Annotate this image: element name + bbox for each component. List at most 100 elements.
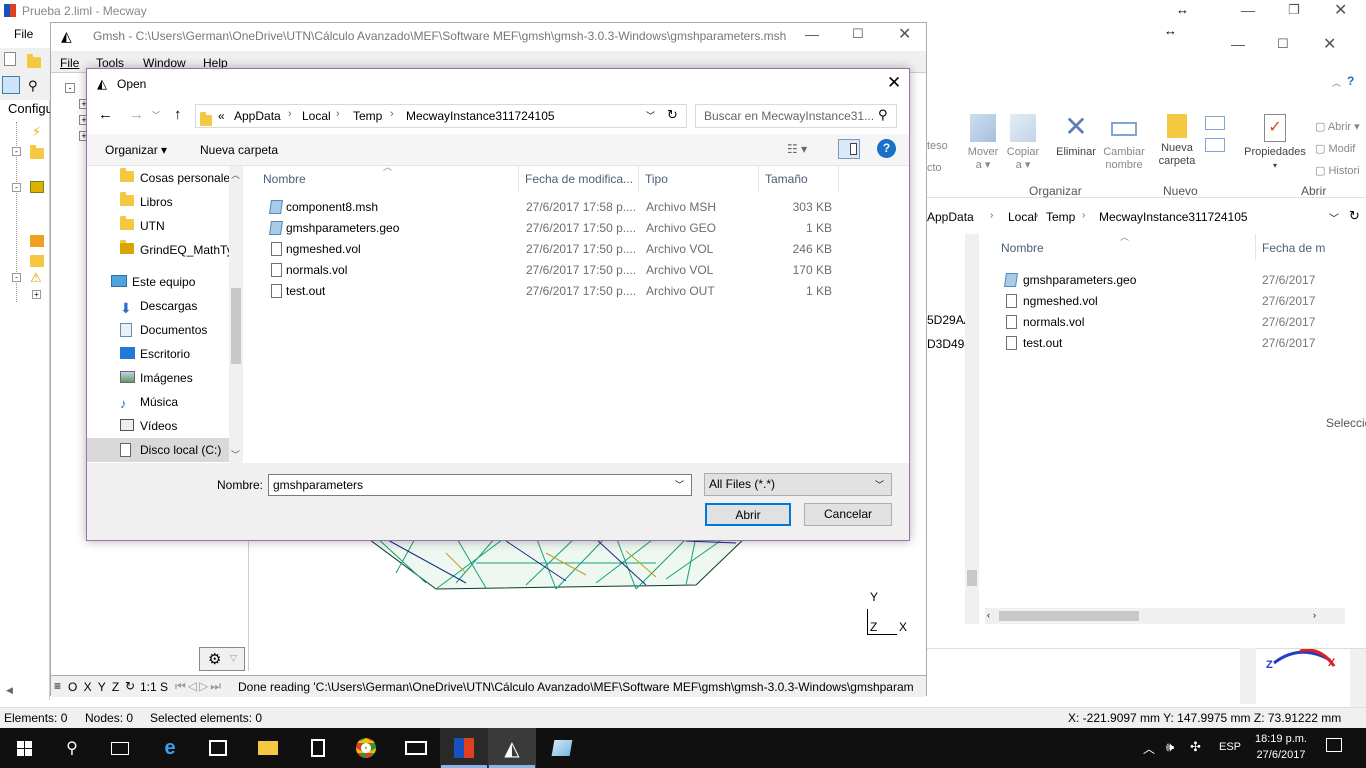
column-header-size[interactable]: Tamaño — [759, 166, 839, 192]
scroll-thumb[interactable] — [231, 288, 241, 364]
nav-item-downloads[interactable]: ⬇ Descargas — [87, 294, 229, 318]
crumb-appdata[interactable]: AppData — [927, 210, 974, 224]
close-icon[interactable]: ✕ — [1334, 0, 1347, 20]
open-folder-icon[interactable] — [27, 54, 41, 69]
new-item-icon[interactable] — [1205, 116, 1225, 130]
language-indicator[interactable]: ESP — [1219, 741, 1241, 753]
chevron-down-icon[interactable]: ﹀ — [152, 110, 160, 121]
maximize-icon[interactable]: ☐ — [852, 26, 864, 42]
calculator-button[interactable] — [294, 728, 342, 768]
menu-toggle-icon[interactable]: ≡ — [54, 679, 61, 693]
chrome-button[interactable] — [342, 728, 390, 768]
menu-file[interactable]: File — [60, 56, 79, 70]
column-header-type[interactable]: Tipo — [639, 166, 759, 192]
crumb-temp[interactable]: Temp — [1046, 210, 1075, 224]
refresh-icon[interactable]: ↻ — [667, 107, 678, 123]
nav-item-videos[interactable]: Vídeos — [87, 414, 229, 438]
search-input[interactable]: Buscar en MecwayInstance31... ⚲ — [695, 104, 897, 128]
view-options-icon[interactable]: ☷ ▾ — [787, 142, 807, 156]
new-file-icon[interactable] — [4, 52, 16, 66]
scroll-down-icon[interactable]: ﹀ — [231, 448, 240, 461]
animation-controls[interactable]: ⏮◁▷⏭ — [175, 679, 223, 694]
gmsh-taskbar-button[interactable]: ◭ — [488, 728, 536, 768]
list-item[interactable]: test.out 27/6/2017 — [1001, 333, 1331, 354]
back-arrow-icon[interactable]: ← — [98, 106, 113, 123]
crumb-local[interactable]: Local — [1008, 210, 1037, 224]
open-action[interactable]: ▢ Abrir ▾ — [1315, 116, 1360, 138]
list-item[interactable]: gmshparameters.geo 27/6/2017 — [1001, 270, 1331, 291]
table-row[interactable]: normals.vol 27/6/2017 17:50 p.... Archiv… — [245, 260, 909, 281]
crumb-local[interactable]: Local — [302, 109, 331, 123]
copy-to-button[interactable]: Copiar a ▾ — [1005, 114, 1041, 172]
help-icon[interactable]: ? — [1347, 74, 1354, 88]
new-folder-button[interactable]: Nueva carpeta — [200, 143, 278, 157]
tree-expand-icon[interactable]: + — [32, 290, 41, 299]
ribbon-collapse-icon[interactable]: ︿ — [1332, 76, 1341, 89]
crumb-instance[interactable]: MecwayInstance311724105 — [1099, 210, 1248, 224]
close-icon[interactable]: ✕ — [887, 73, 901, 93]
tab-configuration[interactable]: Configu — [8, 101, 53, 116]
up-arrow-icon[interactable]: ↑ — [174, 106, 182, 123]
close-icon[interactable]: ✕ — [898, 24, 911, 44]
nav-item-music[interactable]: ♪ Música — [87, 390, 229, 414]
nav-item-desktop[interactable]: Escritorio — [87, 342, 229, 366]
table-row[interactable]: component8.msh 27/6/2017 17:58 p.... Arc… — [245, 197, 909, 218]
scale-buttons[interactable]: 1:1 S — [140, 680, 168, 694]
new-folder-button[interactable]: Nueva carpeta — [1155, 114, 1199, 168]
minimize-icon[interactable]: — — [805, 26, 819, 42]
minimize-icon[interactable]: — — [1241, 2, 1255, 18]
nav-item-local-disk[interactable]: Disco local (C:) — [87, 438, 229, 462]
close-icon[interactable]: ✕ — [1323, 34, 1336, 54]
nav-item-cosas[interactable]: Cosas personale — [87, 166, 229, 190]
list-item[interactable]: ngmeshed.vol 27/6/2017 — [1001, 291, 1331, 312]
minimize-icon[interactable]: — — [1231, 36, 1245, 52]
crumb-temp[interactable]: Temp — [353, 109, 382, 123]
history-action[interactable]: ▢ Histori — [1315, 160, 1360, 182]
table-row[interactable]: test.out 27/6/2017 17:50 p.... Archivo O… — [245, 281, 909, 302]
tree-expand-icon[interactable]: - — [12, 147, 21, 156]
settings-button[interactable]: ⚙ ▽ — [199, 647, 245, 671]
volume-icon[interactable]: 🕪 — [1166, 739, 1174, 755]
search-taskbar-button[interactable]: ⚲ — [48, 728, 96, 768]
table-row[interactable]: ngmeshed.vol 27/6/2017 17:50 p.... Archi… — [245, 239, 909, 260]
nav-item-grindeq[interactable]: GrindEQ_MathTy — [87, 238, 229, 262]
column-header-date[interactable]: Fecha de modifica... — [519, 166, 639, 192]
refresh-icon[interactable]: ↻ — [1349, 208, 1360, 224]
scroll-left-icon[interactable]: ◀ — [6, 685, 13, 696]
forward-arrow-icon[interactable]: → — [129, 106, 144, 123]
chevron-down-icon[interactable]: ﹀ — [646, 109, 655, 122]
explorer-address-bar[interactable]: AppData › Local › Temp › MecwayInstance3… — [927, 206, 1366, 230]
file-type-select[interactable]: All Files (*.*) ﹀ — [704, 473, 892, 496]
rename-button[interactable]: Cambiar nombre — [1101, 114, 1147, 172]
rotate-icon[interactable]: ↻ — [125, 679, 135, 693]
nav-item-images[interactable]: Imágenes — [87, 366, 229, 390]
vertical-scrollbar[interactable] — [1240, 648, 1256, 704]
nav-item-utn[interactable]: UTN — [87, 214, 229, 238]
nav-scrollbar[interactable] — [965, 234, 979, 624]
chevron-down-icon[interactable]: ﹀ — [675, 478, 684, 491]
store-button[interactable] — [194, 728, 242, 768]
zoom-tool-icon[interactable]: ⚲ — [28, 78, 38, 94]
view-axis-buttons[interactable]: O X Y Z — [68, 680, 119, 694]
column-name[interactable]: Nombre — [1001, 241, 1044, 255]
nav-item-this-pc[interactable]: Este equipo — [87, 270, 229, 294]
file-explorer-button[interactable] — [244, 728, 292, 768]
mecway-taskbar-button[interactable] — [440, 728, 488, 768]
tree-expand-icon[interactable]: - — [12, 273, 21, 282]
select-tool-icon[interactable] — [2, 76, 20, 94]
open-button[interactable]: Abrir — [705, 503, 791, 526]
network-icon[interactable]: ✣ — [1190, 739, 1201, 755]
tray-chevron-icon[interactable]: ︿ — [1143, 740, 1155, 757]
tree-expand-icon[interactable]: - — [12, 183, 21, 192]
app-taskbar-button[interactable] — [538, 728, 586, 768]
crumb-instance[interactable]: MecwayInstance311724105 — [406, 109, 555, 123]
properties-button[interactable]: ✓ Propiedades ▾ — [1239, 114, 1311, 172]
move-to-button[interactable]: Mover a ▾ — [965, 114, 1001, 172]
modify-action[interactable]: ▢ Modif — [1315, 138, 1360, 160]
list-item[interactable]: normals.vol 27/6/2017 — [1001, 312, 1331, 333]
filename-input[interactable]: gmshparameters ﹀ — [268, 474, 692, 496]
horizontal-scrollbar[interactable]: ‹ › — [985, 608, 1345, 624]
easy-access-icon[interactable] — [1205, 138, 1225, 152]
preview-pane-icon[interactable] — [838, 139, 860, 159]
nav-item-libros[interactable]: Libros — [87, 190, 229, 214]
